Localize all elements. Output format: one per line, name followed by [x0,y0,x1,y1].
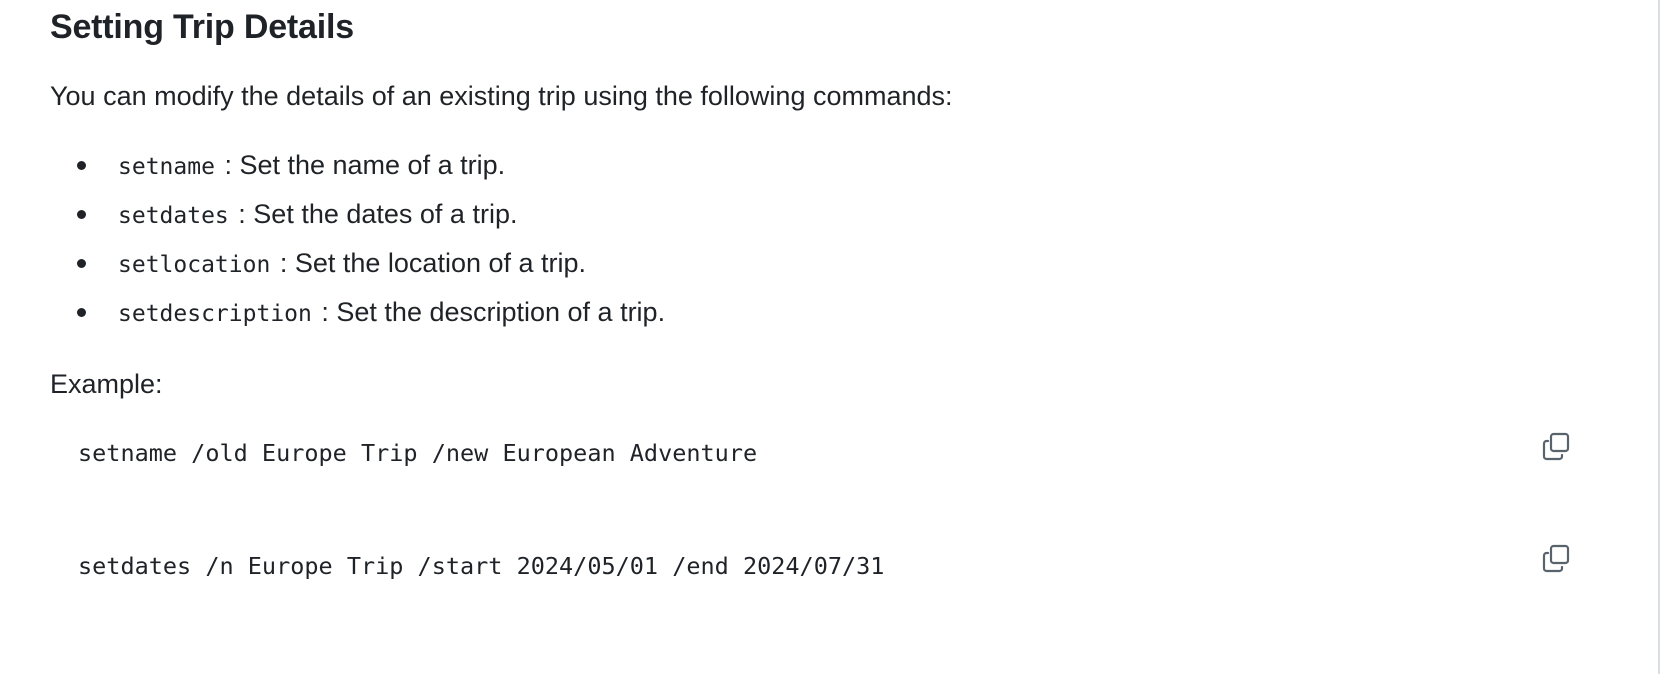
list-item: setdates : Set the dates of a trip. [50,197,665,246]
inline-code: setname [116,154,217,180]
copy-button[interactable] [1540,431,1572,463]
bullet-icon [77,259,86,268]
list-item: setname : Set the name of a trip. [50,148,665,197]
bullet-icon [77,210,86,219]
copy-icon [1542,432,1570,461]
list-item: setlocation : Set the location of a trip… [50,246,665,295]
inline-code: setdates [116,203,231,229]
list-item-description: : Set the name of a trip. [224,150,506,180]
copy-icon [1542,544,1570,573]
command-list: setname : Set the name of a trip. setdat… [50,148,665,344]
code-block: setdates /n Europe Trip /start 2024/05/0… [50,542,1590,632]
list-item-description: : Set the dates of a trip. [238,199,518,229]
list-item-description: : Set the description of a trip. [321,297,666,327]
list-item-description: : Set the location of a trip. [279,248,587,278]
example-label: Example: [50,369,163,399]
list-item: setdescription : Set the description of … [50,295,665,344]
inline-code: setdescription [116,301,314,327]
code-block-text: setdates /n Europe Trip /start 2024/05/0… [78,552,885,580]
page-edge-divider [1658,0,1660,674]
inline-code: setlocation [116,252,273,278]
bullet-icon [77,161,86,170]
code-block: setname /old Europe Trip /new European A… [50,430,1590,520]
section-heading: Setting Trip Details [50,8,354,46]
bullet-icon [77,308,86,317]
copy-button[interactable] [1540,543,1572,575]
code-block-text: setname /old Europe Trip /new European A… [78,439,758,467]
intro-paragraph: You can modify the details of an existin… [50,81,953,111]
